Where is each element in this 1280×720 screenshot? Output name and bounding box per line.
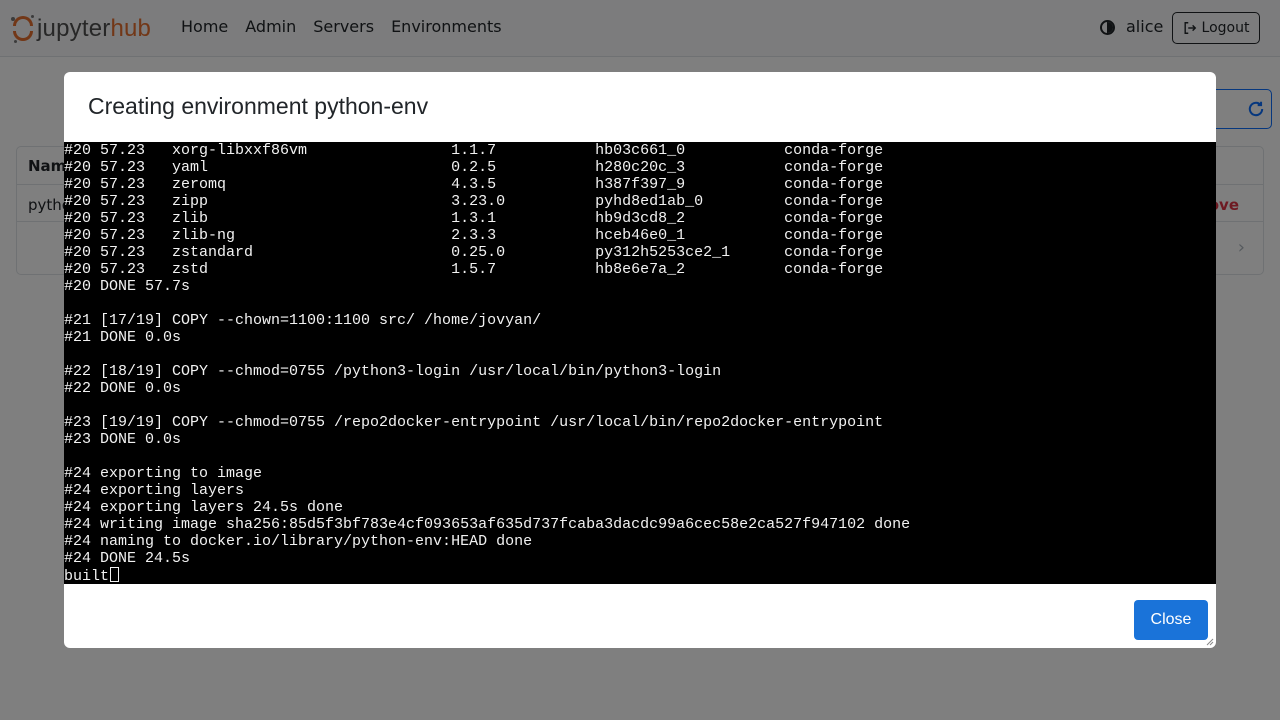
terminal-line: #20 57.23 zipp 3.23.0 pyhd8ed1ab_0 conda… [64,193,884,210]
terminal-line: #20 DONE 57.7s [64,278,191,295]
terminal-line: #24 exporting to image [64,465,263,482]
terminal-line: #23 DONE 0.0s [64,431,182,448]
terminal-line: #23 [19/19] COPY --chmod=0755 /repo2dock… [64,414,884,431]
terminal-line: #20 57.23 zlib-ng 2.3.3 hceb46e0_1 conda… [64,227,884,244]
terminal-line: #24 writing image sha256:85d5f3bf783e4cf… [64,516,911,533]
terminal-line: #24 DONE 24.5s [64,550,191,567]
terminal-line: #20 57.23 zstd 1.5.7 hb8e6e7a_2 conda-fo… [64,261,884,278]
modal-title: Creating environment python-env [88,93,429,119]
close-button[interactable]: Close [1134,600,1208,640]
build-log-modal: Creating environment python-env #20 57.2… [64,72,1216,648]
terminal-line: #24 exporting layers [64,482,245,499]
terminal-line: #20 57.23 zstandard 0.25.0 py312h5253ce2… [64,244,884,261]
build-log-terminal[interactable]: #20 57.23 xorg-libxxf86vm 1.1.7 hb03c661… [64,142,1216,584]
terminal-line: #20 57.23 yaml 0.2.5 h280c20c_3 conda-fo… [64,159,884,176]
terminal-line: built [64,567,910,584]
terminal-line: #20 57.23 zeromq 4.3.5 h387f397_9 conda-… [64,176,884,193]
terminal-line: #22 [18/19] COPY --chmod=0755 /python3-l… [64,363,722,380]
terminal-line: #20 57.23 xorg-libxxf86vm 1.1.7 hb03c661… [64,142,884,159]
terminal-cursor [110,567,120,582]
terminal-line: #20 57.23 zlib 1.3.1 hb9d3cd8_2 conda-fo… [64,210,884,227]
resize-handle-icon[interactable] [1206,638,1214,646]
terminal-line: #21 DONE 0.0s [64,329,182,346]
terminal-line: #24 naming to docker.io/library/python-e… [64,533,533,550]
terminal-line: #24 exporting layers 24.5s done [64,499,344,516]
terminal-output: #20 57.23 xorg-libxxf86vm 1.1.7 hb03c661… [64,142,910,584]
terminal-line: #22 DONE 0.0s [64,380,182,397]
terminal-line: #21 [17/19] COPY --chown=1100:1100 src/ … [64,312,542,329]
